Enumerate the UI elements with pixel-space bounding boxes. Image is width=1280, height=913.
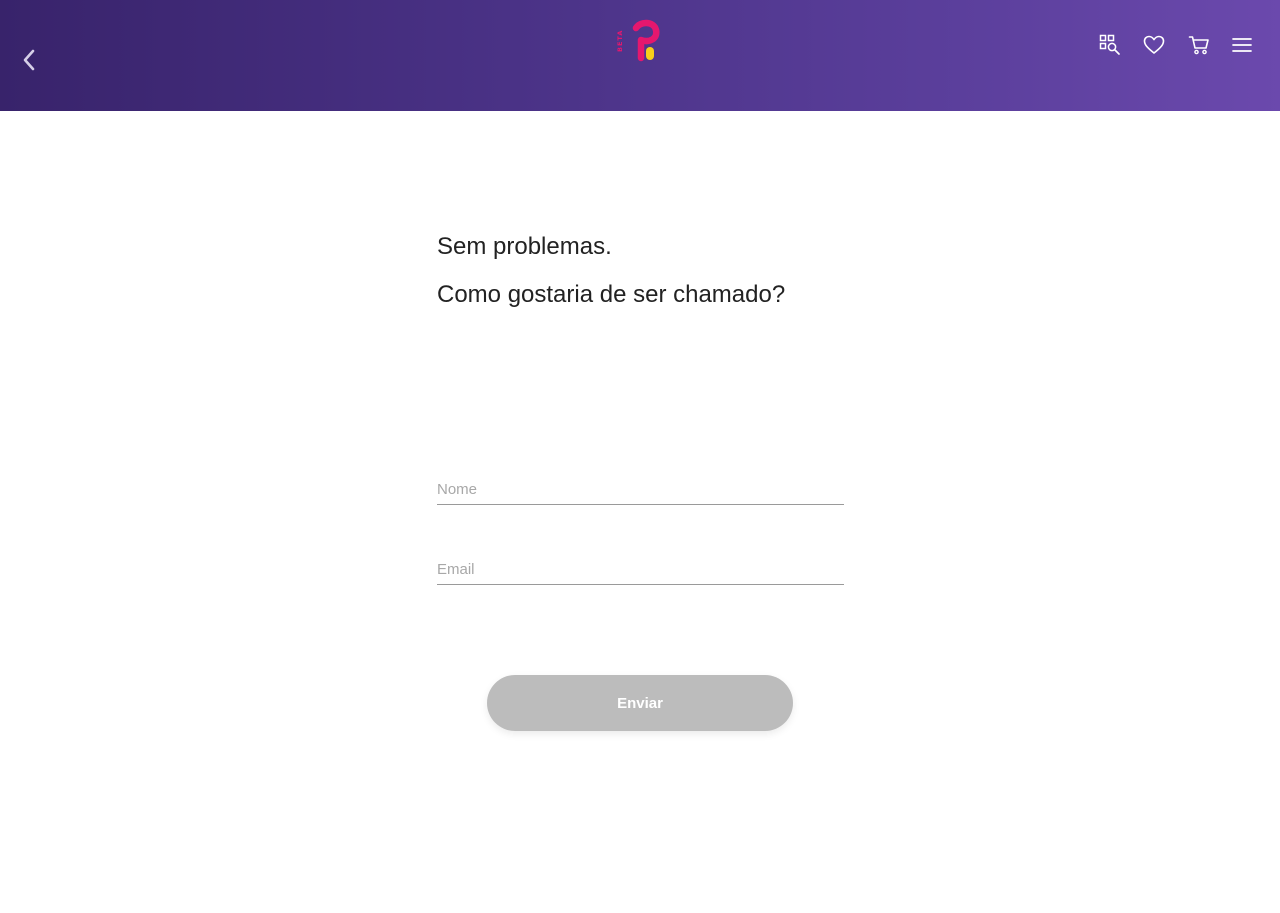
- prompt-line-1: Sem problemas.: [437, 233, 612, 260]
- chevron-left-icon: [23, 49, 35, 71]
- email-field-container: [437, 554, 844, 585]
- name-field-container: [437, 474, 844, 505]
- prompt-line-2: Como gostaria de ser chamado?: [437, 281, 786, 308]
- name-input[interactable]: [437, 474, 844, 504]
- email-input[interactable]: [437, 554, 844, 584]
- submit-button[interactable]: Enviar: [487, 675, 793, 731]
- heart-icon: [1143, 35, 1165, 54]
- back-button[interactable]: [14, 44, 44, 76]
- logo-beta-text: BETA: [616, 30, 624, 52]
- catalog-search-button[interactable]: [1097, 32, 1123, 58]
- favorites-button[interactable]: [1141, 32, 1167, 58]
- cart-button[interactable]: [1186, 32, 1212, 58]
- brand-logo[interactable]: BETA: [614, 18, 666, 66]
- cart-icon: [1188, 36, 1209, 55]
- top-header: BETA: [0, 0, 1280, 111]
- hamburger-menu-icon: [1232, 38, 1252, 52]
- menu-button[interactable]: [1229, 32, 1255, 58]
- catalog-search-icon: [1099, 34, 1120, 55]
